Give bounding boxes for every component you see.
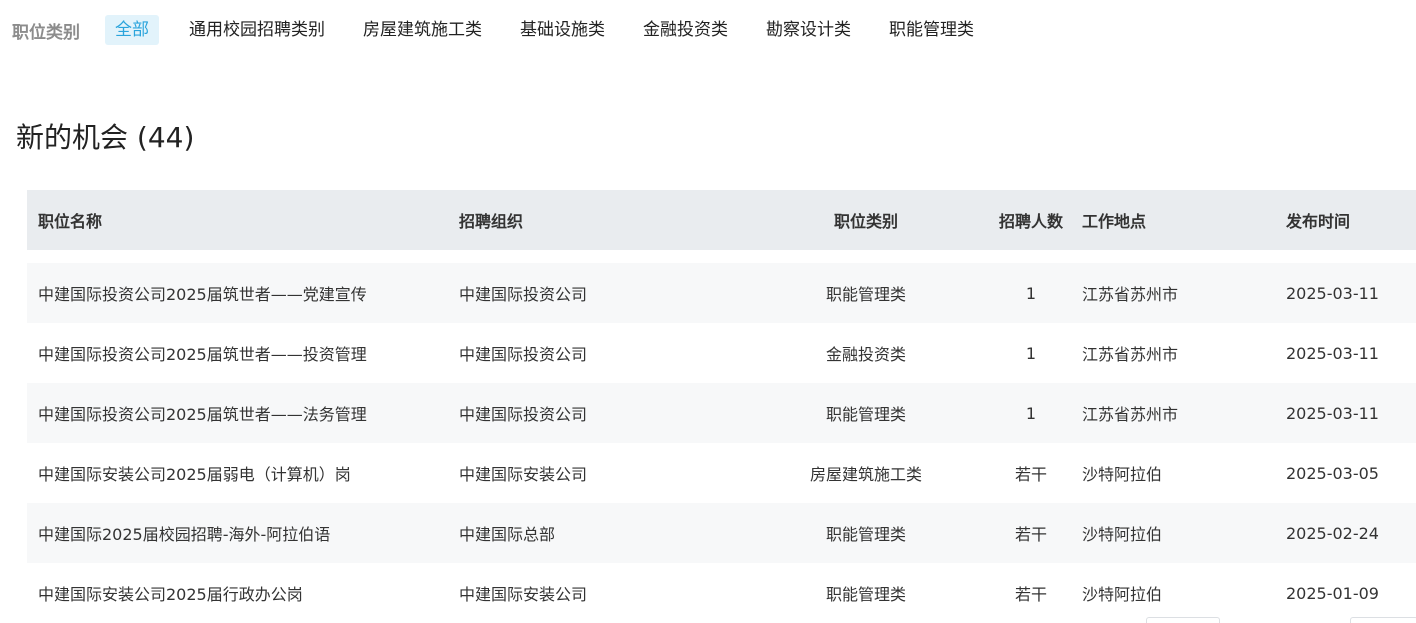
job-publish-date: 2025-03-05 bbox=[1286, 463, 1379, 483]
job-headcount: 1 bbox=[1025, 343, 1037, 363]
category-filter-label: 职位类别 bbox=[12, 22, 80, 43]
filter-tab-survey-design[interactable]: 勘察设计类 bbox=[766, 15, 851, 45]
job-headcount: 若干 bbox=[1014, 585, 1047, 604]
filter-tab-infrastructure[interactable]: 基础设施类 bbox=[520, 15, 605, 45]
job-headcount: 1 bbox=[1025, 403, 1037, 423]
job-publish-date: 2025-03-11 bbox=[1286, 283, 1379, 303]
job-location: 沙特阿拉伯 bbox=[1082, 525, 1163, 544]
job-name-link[interactable]: 中建国际投资公司2025届筑世者——投资管理 bbox=[27, 341, 448, 365]
job-name-link[interactable]: 中建国际安装公司2025届行政办公岗 bbox=[27, 581, 448, 605]
filter-tab-all[interactable]: 全部 bbox=[105, 15, 159, 45]
filter-tab-functional-management[interactable]: 职能管理类 bbox=[889, 15, 974, 45]
job-table: 职位名称 招聘组织 职位类别 招聘人数 工作地点 发布时间 中建国际投资公司20… bbox=[27, 190, 1416, 623]
job-location: 江苏省苏州市 bbox=[1082, 285, 1179, 304]
header-headcount: 招聘人数 bbox=[998, 212, 1063, 231]
job-location: 沙特阿拉伯 bbox=[1082, 465, 1163, 484]
job-category: 职能管理类 bbox=[825, 405, 906, 424]
job-category: 职能管理类 bbox=[825, 285, 906, 304]
job-organization: 中建国际安装公司 bbox=[459, 585, 588, 604]
table-row[interactable]: 中建国际投资公司2025届筑世者——法务管理 中建国际投资公司 职能管理类 1 … bbox=[27, 383, 1416, 443]
job-name-link[interactable]: 中建国际投资公司2025届筑世者——党建宣传 bbox=[27, 281, 448, 305]
job-organization: 中建国际安装公司 bbox=[459, 465, 588, 484]
job-location: 江苏省苏州市 bbox=[1082, 405, 1179, 424]
table-row[interactable]: 中建国际2025届校园招聘-海外-阿拉伯语 中建国际总部 职能管理类 若干 沙特… bbox=[27, 503, 1416, 563]
job-organization: 中建国际投资公司 bbox=[459, 405, 588, 424]
table-row[interactable]: 中建国际安装公司2025届弱电（计算机）岗 中建国际安装公司 房屋建筑施工类 若… bbox=[27, 443, 1416, 503]
pagination-control[interactable] bbox=[1350, 617, 1416, 623]
job-publish-date: 2025-03-11 bbox=[1286, 343, 1379, 363]
header-location: 工作地点 bbox=[1082, 212, 1147, 231]
job-publish-date: 2025-02-24 bbox=[1286, 523, 1379, 543]
job-name-link[interactable]: 中建国际安装公司2025届弱电（计算机）岗 bbox=[27, 461, 448, 485]
header-organization: 招聘组织 bbox=[459, 212, 524, 231]
job-name-link[interactable]: 中建国际2025届校园招聘-海外-阿拉伯语 bbox=[27, 521, 448, 545]
job-headcount: 若干 bbox=[1014, 465, 1047, 484]
job-location: 江苏省苏州市 bbox=[1082, 345, 1179, 364]
job-location: 沙特阿拉伯 bbox=[1082, 585, 1163, 604]
job-category: 金融投资类 bbox=[825, 345, 906, 364]
header-job-name: 职位名称 bbox=[38, 212, 103, 231]
job-headcount: 若干 bbox=[1014, 525, 1047, 544]
job-publish-date: 2025-03-11 bbox=[1286, 403, 1379, 423]
header-publish-date: 发布时间 bbox=[1286, 212, 1351, 231]
pagination-control[interactable] bbox=[1146, 617, 1220, 623]
table-row[interactable]: 中建国际投资公司2025届筑世者——党建宣传 中建国际投资公司 职能管理类 1 … bbox=[27, 263, 1416, 323]
header-category: 职位类别 bbox=[833, 212, 898, 231]
category-filter-bar: 职位类别 全部 通用校园招聘类别 房屋建筑施工类 基础设施类 金融投资类 勘察设… bbox=[12, 14, 1012, 46]
filter-tab-building-construction[interactable]: 房屋建筑施工类 bbox=[363, 15, 482, 45]
table-header: 职位名称 招聘组织 职位类别 招聘人数 工作地点 发布时间 bbox=[27, 190, 1416, 250]
job-category: 职能管理类 bbox=[825, 525, 906, 544]
job-category: 房屋建筑施工类 bbox=[809, 465, 922, 484]
table-row[interactable]: 中建国际投资公司2025届筑世者——投资管理 中建国际投资公司 金融投资类 1 … bbox=[27, 323, 1416, 383]
section-title: 新的机会 (44) bbox=[16, 121, 195, 154]
job-category: 职能管理类 bbox=[825, 585, 906, 604]
table-row[interactable]: 中建国际安装公司2025届行政办公岗 中建国际安装公司 职能管理类 若干 沙特阿… bbox=[27, 563, 1416, 623]
job-organization: 中建国际总部 bbox=[459, 525, 556, 544]
job-organization: 中建国际投资公司 bbox=[459, 285, 588, 304]
job-name-link[interactable]: 中建国际投资公司2025届筑世者——法务管理 bbox=[27, 401, 448, 425]
job-organization: 中建国际投资公司 bbox=[459, 345, 588, 364]
job-headcount: 1 bbox=[1025, 283, 1037, 303]
job-publish-date: 2025-01-09 bbox=[1286, 583, 1379, 603]
filter-tab-finance-investment[interactable]: 金融投资类 bbox=[643, 15, 728, 45]
filter-tab-campus-general[interactable]: 通用校园招聘类别 bbox=[189, 15, 325, 45]
category-filter-tabs: 全部 通用校园招聘类别 房屋建筑施工类 基础设施类 金融投资类 勘察设计类 职能… bbox=[105, 15, 1012, 45]
